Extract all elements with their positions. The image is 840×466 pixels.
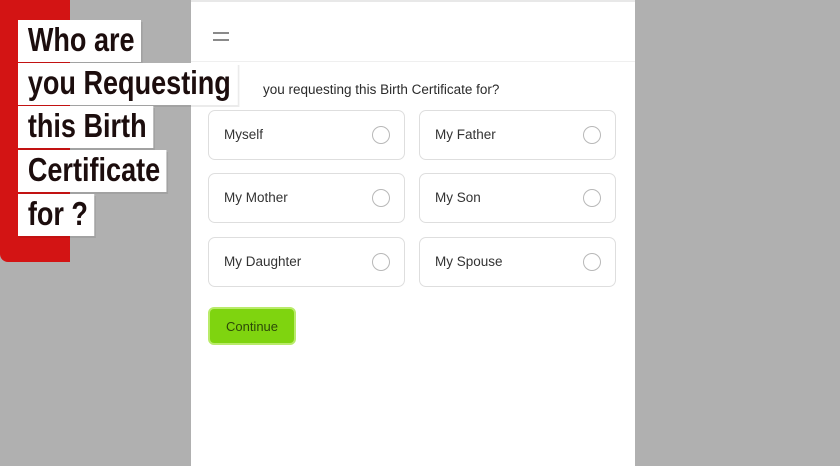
- radio-unchecked-icon[interactable]: [372, 189, 390, 207]
- continue-button[interactable]: Continue: [208, 307, 296, 345]
- option-label: My Mother: [224, 190, 288, 205]
- caption-line: you Requesting: [18, 63, 238, 105]
- caption-line: Certificate: [18, 150, 167, 192]
- option-my-spouse[interactable]: My Spouse: [419, 237, 616, 287]
- app-screen: you requesting this Birth Certificate fo…: [191, 0, 635, 466]
- top-bar: [191, 0, 635, 62]
- option-label: My Father: [435, 127, 496, 142]
- option-label: My Son: [435, 190, 481, 205]
- caption-line: for ?: [18, 194, 95, 236]
- option-my-mother[interactable]: My Mother: [208, 173, 405, 223]
- radio-unchecked-icon[interactable]: [583, 189, 601, 207]
- option-myself[interactable]: Myself: [208, 110, 405, 160]
- radio-unchecked-icon[interactable]: [583, 126, 601, 144]
- radio-unchecked-icon[interactable]: [372, 253, 390, 271]
- hamburger-menu-icon[interactable]: [213, 32, 229, 41]
- radio-unchecked-icon[interactable]: [583, 253, 601, 271]
- question-text: you requesting this Birth Certificate fo…: [263, 82, 500, 97]
- option-label: My Daughter: [224, 254, 302, 269]
- option-label: My Spouse: [435, 254, 503, 269]
- option-my-son[interactable]: My Son: [419, 173, 616, 223]
- radio-unchecked-icon[interactable]: [372, 126, 390, 144]
- caption-line: this Birth: [18, 106, 154, 148]
- option-my-father[interactable]: My Father: [419, 110, 616, 160]
- option-my-daughter[interactable]: My Daughter: [208, 237, 405, 287]
- option-label: Myself: [224, 127, 264, 142]
- caption-line: Who are: [18, 20, 142, 62]
